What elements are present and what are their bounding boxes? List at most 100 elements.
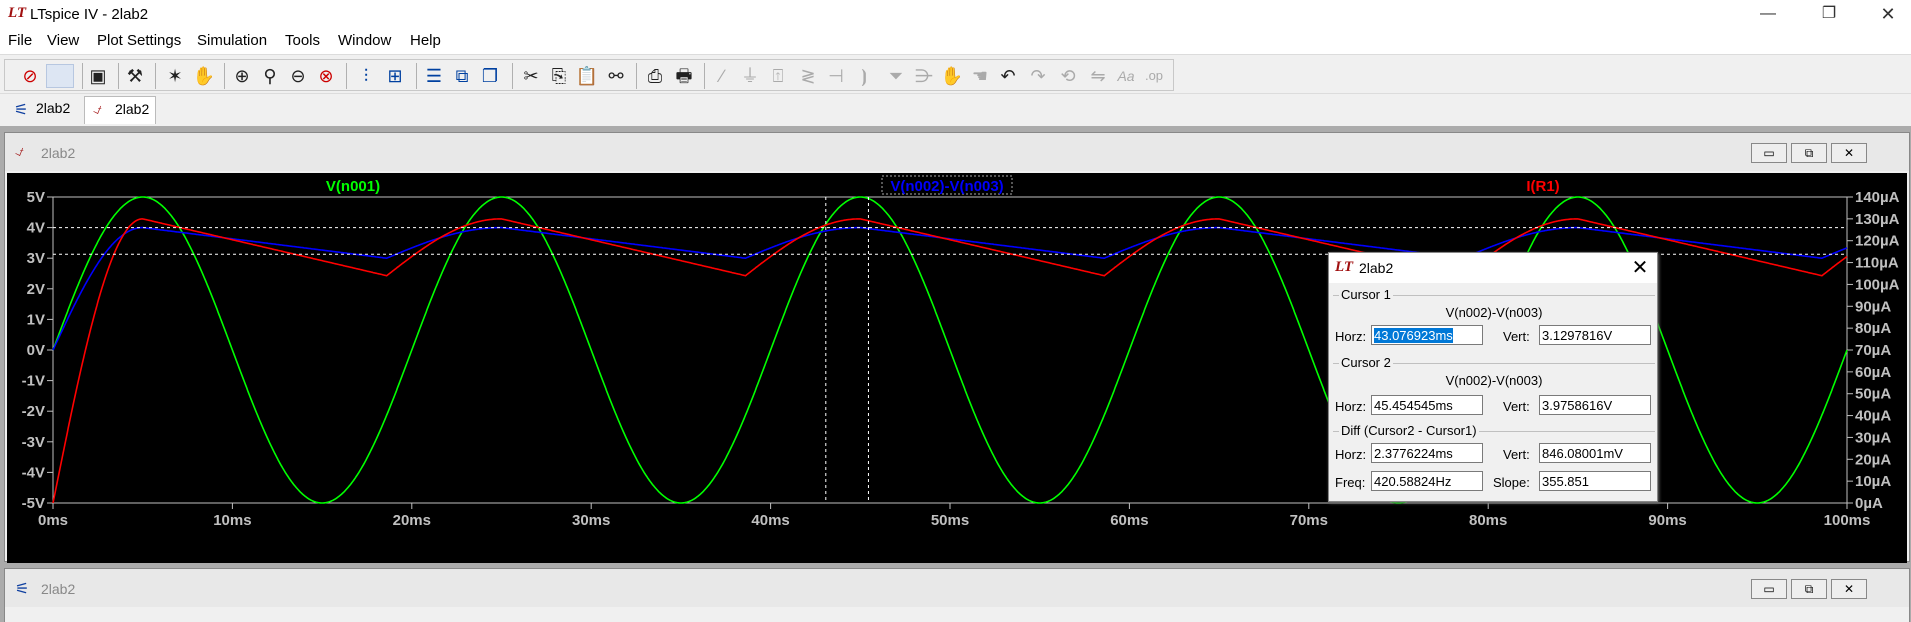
diff-label: Diff (Cursor2 - Cursor1)	[1339, 423, 1479, 438]
menu-tools[interactable]: Tools	[285, 32, 320, 49]
diode-icon[interactable]: ⏷	[884, 64, 908, 88]
y-right-tick-label: 100µA	[1855, 276, 1900, 293]
capacitor-icon[interactable]: ⊣	[824, 64, 848, 88]
close-button[interactable]: ✕	[1865, 0, 1911, 28]
diff-freq-field[interactable]: 420.58824Hz	[1371, 471, 1483, 491]
cut-icon[interactable]: ✂	[519, 64, 543, 88]
ground-icon[interactable]: ⏚	[738, 64, 762, 88]
menu-file[interactable]: File	[8, 32, 32, 49]
dialog-title: 2lab2	[1359, 260, 1394, 276]
y-left-tick-label: 0V	[27, 342, 45, 359]
paste-icon[interactable]: 📋	[575, 64, 599, 88]
y-right-tick-label: 140µA	[1855, 189, 1900, 206]
cursor2-vert-field[interactable]: 3.9758616V	[1539, 395, 1651, 415]
diff-vert-field[interactable]: 846.08001mV	[1539, 443, 1651, 463]
toolbar-separator	[512, 63, 513, 89]
child-minimize-button[interactable]: ▭	[1751, 143, 1787, 163]
print-icon[interactable]: 🖶	[672, 64, 696, 88]
cursor1-vert-field[interactable]: 3.1297816V	[1539, 325, 1651, 345]
menu-window[interactable]: Window	[338, 32, 391, 49]
copy-icon[interactable]: ⎘	[547, 64, 571, 88]
inductor-icon[interactable]: ⦘	[852, 64, 876, 88]
dialog-titlebar[interactable]: LT 2lab2 ✕	[1329, 253, 1657, 283]
child-restore-button[interactable]: ⧉	[1791, 143, 1827, 163]
component-icon[interactable]: ⋺	[912, 64, 936, 88]
minimize-button[interactable]: —	[1745, 0, 1791, 28]
cursor-readout-dialog[interactable]: LT 2lab2 ✕ Cursor 1 V(n002)-V(n003) Horz…	[1328, 252, 1658, 502]
x-tick-label: 60ms	[1110, 512, 1148, 529]
resistor-icon[interactable]: ≷	[796, 64, 820, 88]
diff-horz-field[interactable]: 2.3776224ms	[1371, 443, 1483, 463]
y-right-tick-label: 80µA	[1855, 320, 1891, 337]
menu-view[interactable]: View	[47, 32, 79, 49]
maximize-button[interactable]: ❐	[1806, 0, 1852, 28]
diff-freq-label: Freq:	[1335, 475, 1366, 490]
zoom-out-icon[interactable]: ⊖	[286, 64, 310, 88]
dialog-close-button[interactable]: ✕	[1627, 256, 1653, 280]
menu-help[interactable]: Help	[410, 32, 441, 49]
x-tick-label: 90ms	[1648, 512, 1686, 529]
y-right-tick-label: 10µA	[1855, 473, 1891, 490]
cascade-icon[interactable]: ❐	[478, 64, 502, 88]
redo-icon[interactable]: ↷	[1026, 64, 1050, 88]
tab-waveform[interactable]: ⍻ 2lab2	[84, 96, 157, 124]
cursor2-label: Cursor 2	[1339, 355, 1393, 370]
toolbar: ⊘ ▣ ⚒ ✶ ✋ ⊕ ⚲ ⊖ ⊗ ⫶ ⊞ ☰ ⧉ ❐ ✂ ⎘ 📋 ⚯ ⎙ 🖶 …	[0, 54, 1911, 94]
menu-simulation[interactable]: Simulation	[197, 32, 267, 49]
y-right-tick-label: 30µA	[1855, 429, 1891, 446]
child-restore-button[interactable]: ⧉	[1791, 579, 1827, 599]
autorange-icon[interactable]: ⫶	[354, 64, 378, 88]
save-icon[interactable]: ▣	[86, 64, 110, 88]
x-tick-label: 70ms	[1290, 512, 1328, 529]
move-icon[interactable]: ✋	[940, 64, 964, 88]
zoom-pan-icon[interactable]: ⚲	[258, 64, 282, 88]
x-tick-label: 0ms	[38, 512, 68, 529]
print-preview-icon[interactable]: ⎙	[643, 64, 667, 88]
y-left-tick-label: -5V	[22, 495, 45, 512]
mirror-icon[interactable]: ⇋	[1086, 64, 1110, 88]
label-icon[interactable]: ⍐	[766, 64, 790, 88]
cursor2-horz-label: Horz:	[1335, 399, 1367, 414]
y-right-tick-label: 60µA	[1855, 364, 1891, 381]
tab-schematic[interactable]: ⚟ 2lab2	[6, 96, 76, 124]
waveform-window-titlebar: ⍻ 2lab2 ▭ ⧉ ✕	[5, 133, 1909, 171]
y-left-tick-label: -3V	[22, 434, 45, 451]
toolbar-separator	[118, 63, 119, 89]
wire-icon[interactable]: ∕	[710, 64, 734, 88]
text-icon[interactable]: Aa	[1114, 64, 1138, 88]
diff-slope-field[interactable]: 355.851	[1539, 471, 1651, 491]
undo-icon[interactable]: ↶	[996, 64, 1020, 88]
cursor1-label: Cursor 1	[1339, 287, 1393, 302]
cursor-measure-icon[interactable]: ⊞	[383, 64, 407, 88]
legend-vn001: V(n001)	[326, 178, 380, 195]
waveform-icon: ⍻	[93, 101, 102, 118]
y-left-tick-label: 2V	[27, 281, 45, 298]
document-tabs: ⚟ 2lab2 ⍻ 2lab2	[0, 94, 1911, 126]
child-minimize-button[interactable]: ▭	[1751, 579, 1787, 599]
rotate-icon[interactable]: ⟲	[1056, 64, 1080, 88]
spice-directive-icon[interactable]: .op	[1142, 64, 1166, 88]
drag-icon[interactable]: ☚	[968, 64, 992, 88]
open-icon[interactable]	[46, 64, 74, 88]
ltspice-logo-icon: LT	[8, 5, 27, 21]
y-left-tick-label: 3V	[27, 250, 45, 267]
cursor2-horz-field[interactable]: 45.454545ms	[1371, 395, 1483, 415]
tile-vertical-icon[interactable]: ⧉	[450, 64, 474, 88]
halt-icon[interactable]: ✋	[192, 64, 216, 88]
control-panel-icon[interactable]: ⚒	[123, 64, 147, 88]
child-close-button[interactable]: ✕	[1831, 579, 1867, 599]
y-right-tick-label: 110µA	[1855, 255, 1899, 272]
child-close-button[interactable]: ✕	[1831, 143, 1867, 163]
tile-horizontal-icon[interactable]: ☰	[422, 64, 446, 88]
x-tick-label: 20ms	[393, 512, 431, 529]
find-icon[interactable]: ⚯	[604, 64, 628, 88]
y-left-tick-label: 5V	[27, 189, 45, 206]
new-schematic-icon[interactable]: ⊘	[18, 64, 42, 88]
zoom-fit-icon[interactable]: ⊗	[314, 64, 338, 88]
menu-plot-settings[interactable]: Plot Settings	[97, 32, 181, 49]
x-tick-label: 50ms	[931, 512, 969, 529]
zoom-in-icon[interactable]: ⊕	[230, 64, 254, 88]
run-icon[interactable]: ✶	[163, 64, 187, 88]
cursor1-horz-field[interactable]: 43.076923ms	[1371, 325, 1483, 345]
cursor1-trace: V(n002)-V(n003)	[1445, 305, 1543, 320]
